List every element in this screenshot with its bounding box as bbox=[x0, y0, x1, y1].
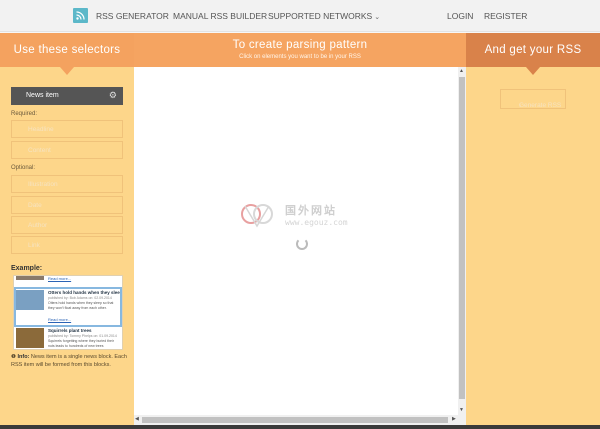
scroll-left-arrow-icon[interactable]: ◀ bbox=[135, 416, 139, 422]
selectors-title: Use these selectors bbox=[13, 44, 121, 56]
get-rss-header-pointer bbox=[526, 67, 540, 75]
parsing-pattern-panel: To create parsing pattern Click on eleme… bbox=[134, 33, 466, 425]
login-link[interactable]: LOGIN bbox=[447, 11, 473, 21]
vertical-scrollbar[interactable]: ▲ ▼ bbox=[458, 67, 466, 415]
top-navbar: RSS GENERATOR MANUAL RSS BUILDER SUPPORT… bbox=[0, 0, 600, 32]
author-selector-label: Author bbox=[28, 222, 48, 229]
optional-label: Optional: bbox=[11, 165, 36, 171]
date-selector-label: Date bbox=[28, 202, 42, 209]
gear-icon[interactable]: ⚙ bbox=[109, 90, 117, 101]
get-rss-panel: And get your RSS Generate RSS › bbox=[466, 33, 600, 425]
illustration-selector-label: Illustration bbox=[28, 181, 58, 188]
parsing-pattern-subtitle: Click on elements you want to be in your… bbox=[239, 54, 361, 60]
nav-supported-networks-label: SUPPORTED NETWORKS bbox=[268, 11, 373, 21]
example-read-more-top: Read more... bbox=[48, 276, 72, 281]
get-rss-title: And get your RSS bbox=[484, 44, 582, 56]
required-label: Required: bbox=[11, 111, 38, 117]
chevron-right-icon: › bbox=[519, 102, 522, 109]
vertical-scrollbar-thumb[interactable] bbox=[459, 77, 465, 399]
parsing-pattern-header: To create parsing pattern Click on eleme… bbox=[134, 33, 466, 67]
bottom-bar bbox=[0, 425, 600, 429]
nav-supported-networks[interactable]: SUPPORTED NETWORKS ⌄ bbox=[268, 11, 380, 21]
generate-rss-button[interactable]: Generate RSS › bbox=[500, 89, 566, 109]
generate-rss-text: Generate RSS bbox=[519, 102, 562, 109]
selectors-header-pointer bbox=[60, 67, 74, 75]
news-item-selector[interactable]: News item ⚙ bbox=[11, 87, 123, 105]
example-item-meta: published by: Tommy Phelps on: 01.09.201… bbox=[48, 334, 117, 338]
info-note: ❶ Info: News item is a single news block… bbox=[11, 353, 127, 369]
watermark-chinese-text: 国外网站 bbox=[285, 205, 337, 217]
watermark-url: www.egouz.com bbox=[285, 218, 348, 227]
selectors-panel: Use these selectors News item ⚙ Required… bbox=[0, 33, 134, 425]
scroll-right-arrow-icon[interactable]: ▶ bbox=[452, 416, 456, 422]
illustration-selector[interactable]: Illustration bbox=[11, 175, 123, 193]
info-note-text: News item is a single news block. Each R… bbox=[11, 354, 127, 368]
date-selector[interactable]: Date bbox=[11, 196, 123, 214]
example-preview: Read more... Otters hold hands when they… bbox=[13, 275, 123, 350]
example-label: Example: bbox=[11, 265, 43, 272]
nav-rss-generator[interactable]: RSS GENERATOR bbox=[96, 11, 169, 21]
headline-selector[interactable]: Headline bbox=[11, 120, 123, 138]
scroll-down-arrow-icon[interactable]: ▼ bbox=[459, 407, 464, 413]
horizontal-scrollbar-thumb[interactable] bbox=[142, 417, 448, 423]
watermark: 国外网站 www.egouz.com bbox=[237, 198, 367, 234]
nav-manual-rss-builder[interactable]: MANUAL RSS BUILDER bbox=[173, 11, 267, 21]
link-selector-label: Link bbox=[28, 242, 40, 249]
info-icon: ❶ bbox=[11, 354, 16, 360]
content-selector-label: Content bbox=[28, 147, 51, 154]
selectors-header: Use these selectors bbox=[0, 33, 134, 67]
news-item-label: News item bbox=[26, 92, 59, 99]
register-link[interactable]: REGISTER bbox=[484, 11, 527, 21]
chevron-down-icon: ⌄ bbox=[374, 14, 381, 21]
link-selector[interactable]: Link bbox=[11, 236, 123, 254]
parsing-pattern-title: To create parsing pattern bbox=[232, 39, 368, 51]
example-highlight-frame bbox=[14, 287, 122, 327]
loading-spinner-icon bbox=[296, 238, 308, 250]
example-item-desc: Squirrels forgetting where they buried t… bbox=[48, 339, 114, 348]
example-thumbnail bbox=[16, 276, 44, 280]
rss-logo-icon[interactable] bbox=[73, 8, 88, 23]
example-item-title: Squirrels plant trees bbox=[48, 328, 92, 333]
watermark-logo-icon bbox=[241, 204, 273, 228]
horizontal-scrollbar[interactable]: ◀ ▶ bbox=[134, 415, 466, 425]
get-rss-header: And get your RSS bbox=[466, 33, 600, 67]
content-selector[interactable]: Content bbox=[11, 141, 123, 159]
author-selector[interactable]: Author bbox=[11, 216, 123, 234]
scroll-up-arrow-icon[interactable]: ▲ bbox=[459, 68, 464, 74]
info-note-label: Info: bbox=[17, 354, 30, 360]
example-thumbnail bbox=[16, 328, 44, 348]
headline-selector-label: Headline bbox=[28, 126, 54, 133]
